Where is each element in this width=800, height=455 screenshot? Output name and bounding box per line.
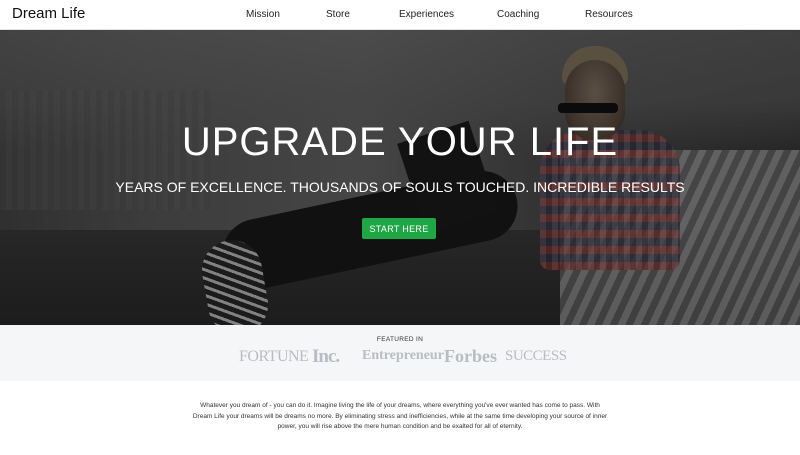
hero-subtitle: YEARS OF EXCELLENCE. THOUSANDS OF SOULS … [115,179,685,195]
intro-paragraph: Whatever you dream of - you can do it. I… [192,402,608,430]
featured-in-section: FEATURED IN FORTUNE Inc. Entrepreneur Fo… [0,325,800,381]
nav-link-store[interactable]: Store [326,9,350,20]
hero-dark-overlay [0,30,800,325]
hero-section: UPGRADE YOUR LIFE YEARS OF EXCELLENCE. T… [0,30,800,325]
hero-title: UPGRADE YOUR LIFE [181,120,619,164]
entrepreneur-logo: Entrepreneur [362,348,444,363]
featured-in-label: FEATURED IN [376,336,424,343]
press-logos: FORTUNE Inc. Entrepreneur Forbes SUCCESS [0,346,800,370]
nav-link-coaching[interactable]: Coaching [497,9,539,20]
main-nav: Mission Store Experiences Coaching Resou… [0,0,800,30]
fortune-logo: FORTUNE [239,348,309,365]
nav-link-mission[interactable]: Mission [246,9,280,20]
success-logo: SUCCESS [505,348,567,364]
nav-link-resources[interactable]: Resources [585,9,633,20]
start-here-button[interactable]: START HERE [362,218,436,239]
forbes-logo: Forbes [444,346,497,366]
nav-link-experiences[interactable]: Experiences [399,9,454,20]
top-navbar: Dream Life Mission Store Experiences Coa… [0,0,800,30]
inc-logo: Inc. [312,346,340,367]
